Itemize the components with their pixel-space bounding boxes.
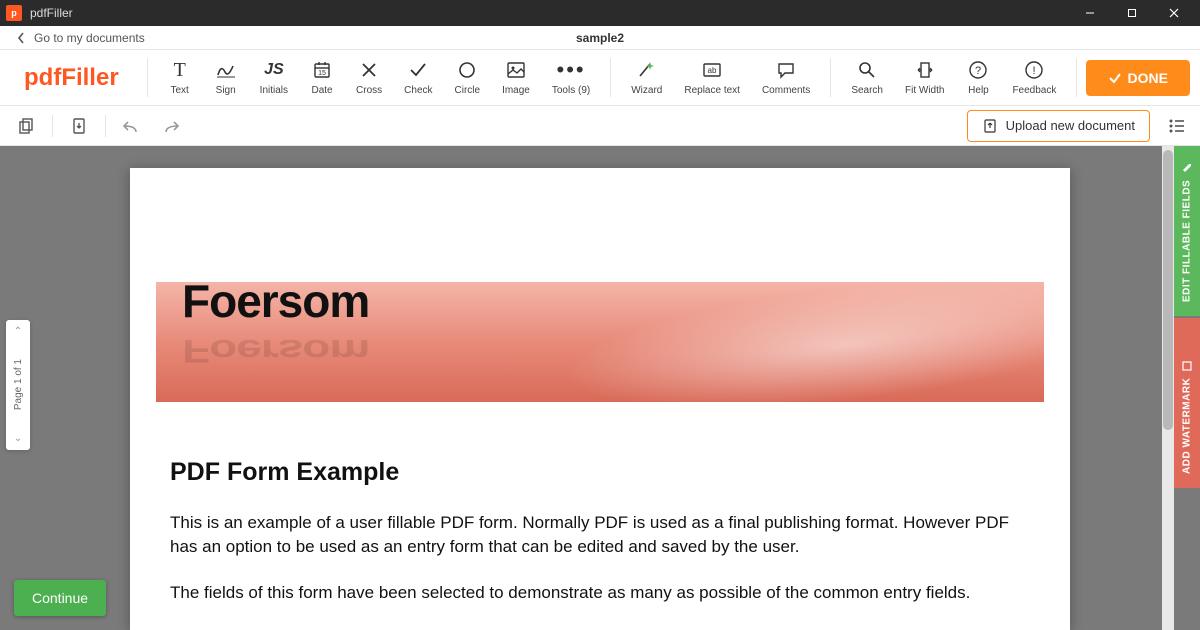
svg-text:ab: ab [708,66,717,75]
image-icon [506,59,526,81]
breadcrumb: Go to my documents sample2 [0,26,1200,50]
tool-tools-dropdown[interactable]: ••• Tools (9) [542,55,600,100]
scrollbar-thumb[interactable] [1163,150,1173,430]
replace-icon: ab [701,59,723,81]
app-icon: p [6,5,22,21]
back-to-documents-link[interactable]: Go to my documents [16,31,145,45]
main-toolbar: pdfFiller T Text Sign JS Initials 15 Dat… [0,50,1200,106]
export-button[interactable] [63,112,95,140]
fit-width-icon [915,59,935,81]
document-title: sample2 [576,31,624,45]
pages-panel-button[interactable] [10,112,42,140]
document-banner: Foersom Foersom [156,282,1044,402]
check-icon [1108,71,1122,85]
search-icon [857,59,877,81]
chevron-left-icon [16,31,26,45]
add-watermark-tab[interactable]: ADD WATERMARK [1174,318,1200,488]
minimize-button[interactable] [1070,1,1110,25]
circle-icon [457,59,477,81]
page-canvas[interactable]: Foersom Foersom PDF Form Example This is… [130,168,1070,630]
tool-image[interactable]: Image [492,55,540,100]
more-icon: ••• [557,59,586,81]
done-button[interactable]: DONE [1086,60,1190,96]
redo-button[interactable] [154,112,186,140]
comment-icon [776,59,796,81]
page-prev-button[interactable]: ⌃ [14,326,22,337]
tool-search[interactable]: Search [841,55,893,100]
wizard-icon [636,59,658,81]
maximize-button[interactable] [1112,1,1152,25]
banner-reflection: Foersom [182,332,369,370]
upload-icon [982,118,998,134]
tool-check[interactable]: Check [394,55,442,100]
tool-fit-width[interactable]: Fit Width [895,55,954,100]
initials-icon: JS [264,59,284,81]
banner-title: Foersom [182,282,369,328]
page-next-button[interactable]: ⌄ [14,433,22,444]
tool-feedback[interactable]: ! Feedback [1002,55,1066,100]
tool-help[interactable]: ? Help [956,55,1000,100]
help-icon: ? [968,59,988,81]
text-icon: T [174,59,186,81]
window-titlebar: p pdfFiller [0,0,1200,26]
tool-date[interactable]: 15 Date [300,55,344,100]
tool-cross[interactable]: Cross [346,55,392,100]
back-label: Go to my documents [34,31,145,45]
cross-icon [360,59,378,81]
document-paragraph: This is an example of a user fillable PD… [170,511,1030,559]
tool-comments[interactable]: Comments [752,55,820,100]
logo: pdfFiller [10,50,143,105]
document-viewport: Foersom Foersom PDF Form Example This is… [0,146,1200,630]
check-icon [408,59,428,81]
tool-circle[interactable]: Circle [445,55,491,100]
sign-icon [215,59,237,81]
tool-wizard[interactable]: Wizard [621,55,672,100]
tool-text[interactable]: T Text [158,55,202,100]
app-name: pdfFiller [30,6,73,20]
svg-text:?: ? [975,65,981,77]
document-content: PDF Form Example This is an example of a… [130,402,1070,604]
watermark-icon [1181,360,1193,372]
close-button[interactable] [1154,1,1194,25]
upload-document-button[interactable]: Upload new document [967,110,1150,142]
edit-icon [1181,162,1193,174]
document-heading: PDF Form Example [170,458,1030,487]
calendar-icon: 15 [312,59,332,81]
page-navigator: ⌃ Page 1 of 1 ⌄ [6,320,30,450]
page-indicator: Page 1 of 1 [13,359,24,410]
document-paragraph: The fields of this form have been select… [170,581,1030,605]
tool-initials[interactable]: JS Initials [250,55,298,100]
continue-button[interactable]: Continue [14,580,106,616]
edit-fillable-fields-tab[interactable]: EDIT FILLABLE FIELDS [1174,146,1200,316]
secondary-toolbar: Upload new document [0,106,1200,146]
svg-text:15: 15 [318,70,326,77]
feedback-icon: ! [1024,59,1044,81]
list-toggle-button[interactable] [1164,114,1190,138]
undo-button[interactable] [116,112,148,140]
tool-sign[interactable]: Sign [204,55,248,100]
scrollbar-track[interactable] [1162,146,1174,630]
svg-text:!: ! [1033,65,1036,77]
tool-replace-text[interactable]: ab Replace text [674,55,750,100]
